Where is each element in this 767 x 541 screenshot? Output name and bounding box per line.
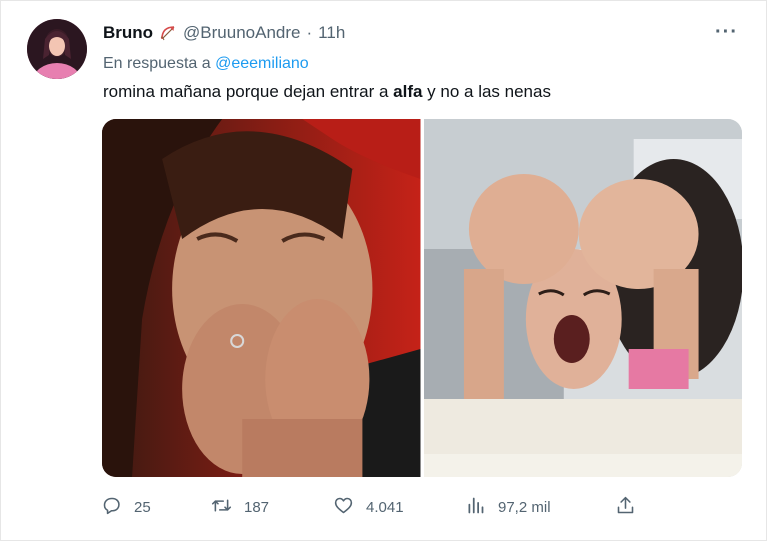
reply-button[interactable]: 25 bbox=[101, 495, 151, 520]
crying-woman-photo[interactable] bbox=[102, 119, 421, 477]
tweet-text-before: romina mañana porque dejan entrar a bbox=[103, 82, 394, 101]
action-bar: 25 187 4.041 97,2 mil bbox=[101, 495, 641, 523]
views-button[interactable]: 97,2 mil bbox=[465, 495, 551, 520]
tweet-card[interactable]: Bruno @BruunoAndre · 11h ··· En respuest… bbox=[0, 0, 767, 541]
more-options-icon[interactable]: ··· bbox=[715, 21, 738, 44]
like-count: 4.041 bbox=[366, 499, 404, 516]
avatar[interactable] bbox=[27, 19, 87, 79]
reply-prefix: En respuesta a bbox=[103, 55, 211, 72]
bow-arrow-icon bbox=[159, 24, 177, 42]
separator-dot: · bbox=[306, 23, 313, 42]
media-grid bbox=[102, 119, 742, 477]
tweet-text: romina mañana porque dejan entrar a alfa… bbox=[103, 82, 551, 102]
like-button[interactable]: 4.041 bbox=[333, 495, 404, 520]
reply-count: 25 bbox=[134, 499, 151, 516]
bar-chart-icon bbox=[465, 495, 486, 520]
reply-context: En respuesta a @eeemiliano bbox=[103, 55, 309, 73]
retweet-count: 187 bbox=[244, 499, 270, 516]
heart-icon bbox=[333, 495, 354, 520]
timestamp[interactable]: 11h bbox=[318, 23, 345, 43]
reply-icon bbox=[101, 495, 122, 520]
share-button[interactable] bbox=[615, 495, 636, 520]
tweet-text-bold: alfa bbox=[393, 82, 423, 101]
user-handle[interactable]: @BruunoAndre bbox=[183, 23, 300, 43]
retweet-button[interactable]: 187 bbox=[211, 495, 269, 520]
tweet-text-after: y no a las nenas bbox=[422, 82, 551, 101]
share-icon bbox=[615, 495, 636, 520]
display-name[interactable]: Bruno bbox=[103, 23, 153, 43]
tweet-header: Bruno @BruunoAndre · 11h bbox=[103, 23, 345, 43]
shocked-woman-photo[interactable] bbox=[423, 119, 742, 477]
retweet-icon bbox=[211, 495, 232, 520]
views-count: 97,2 mil bbox=[498, 499, 551, 516]
reply-mention-link[interactable]: @eeemiliano bbox=[215, 55, 309, 72]
